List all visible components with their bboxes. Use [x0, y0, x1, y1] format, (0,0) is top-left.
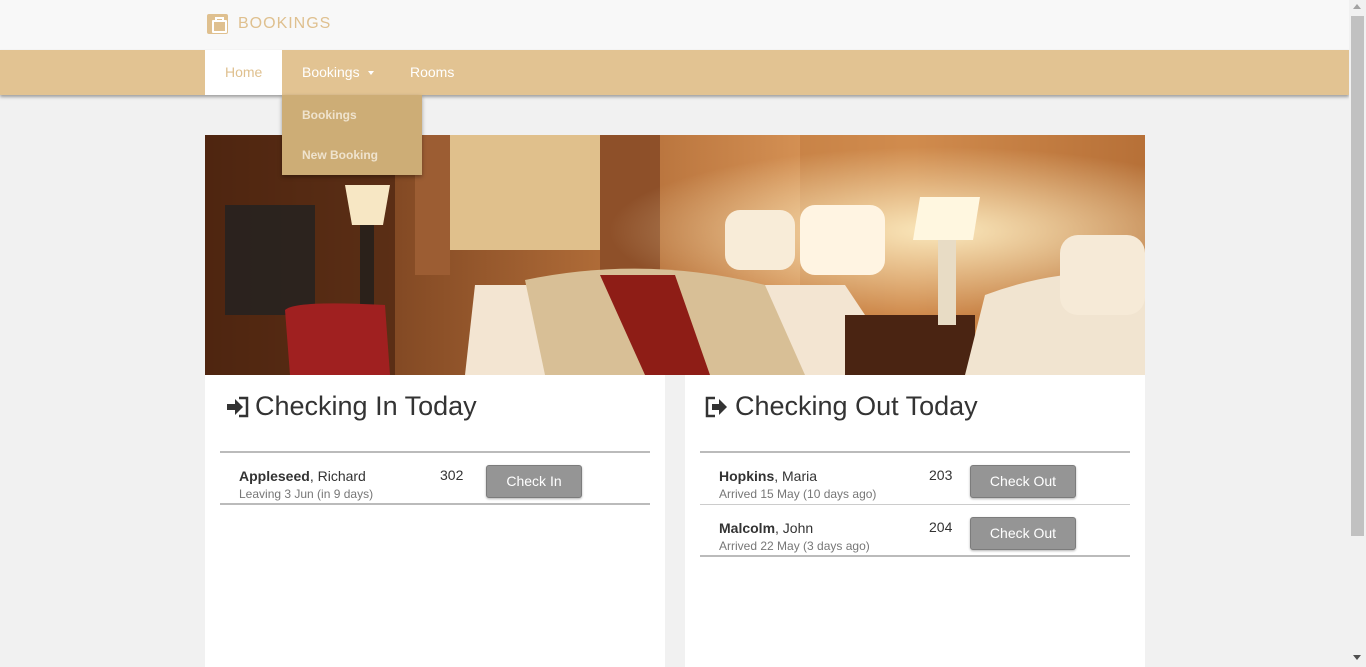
table-row: Hopkins, Maria Arrived 15 May (10 days a… [700, 453, 1130, 505]
sign-out-icon [705, 396, 727, 417]
nav-bookings-dropdown[interactable]: Bookings [282, 50, 394, 95]
brand[interactable]: BOOKINGS [207, 14, 331, 34]
bookings-dropdown-menu: Bookings New Booking [282, 95, 422, 175]
top-header: BOOKINGS [0, 0, 1349, 50]
briefcase-icon [207, 14, 228, 34]
check-out-button[interactable]: Check Out [970, 465, 1076, 498]
checking-out-panel: Checking Out Today Hopkins, Maria Arrive… [685, 375, 1145, 667]
guest-name[interactable]: Hopkins, Maria [719, 468, 817, 484]
checking-out-title: Checking Out Today [705, 391, 978, 422]
room-number: 203 [929, 467, 953, 483]
page-scrollbar[interactable] [1349, 0, 1366, 667]
checking-in-list: Appleseed, Richard Leaving 3 Jun (in 9 d… [220, 451, 650, 505]
scroll-down-arrow-icon[interactable] [1353, 655, 1361, 660]
dropdown-item-bookings[interactable]: Bookings [282, 95, 422, 135]
room-number: 302 [440, 467, 464, 483]
scroll-thumb[interactable] [1351, 16, 1364, 536]
checking-out-list: Hopkins, Maria Arrived 15 May (10 days a… [700, 451, 1130, 557]
table-row: Appleseed, Richard Leaving 3 Jun (in 9 d… [220, 453, 650, 505]
sign-in-icon [227, 396, 249, 417]
guest-stay-info: Arrived 22 May (3 days ago) [719, 539, 870, 553]
checking-in-title: Checking In Today [225, 391, 477, 422]
checking-out-title-text: Checking Out Today [735, 391, 978, 421]
guest-name[interactable]: Malcolm, John [719, 520, 813, 536]
check-in-button[interactable]: Check In [486, 465, 582, 498]
room-number: 204 [929, 519, 953, 535]
nav-rooms[interactable]: Rooms [390, 50, 474, 95]
scroll-up-arrow-icon[interactable] [1353, 4, 1361, 9]
guest-stay-info: Arrived 15 May (10 days ago) [719, 487, 877, 501]
checking-in-title-text: Checking In Today [255, 391, 477, 421]
guest-stay-info: Leaving 3 Jun (in 9 days) [239, 487, 374, 501]
brand-title: BOOKINGS [238, 15, 332, 32]
guest-name[interactable]: Appleseed, Richard [239, 468, 366, 484]
nav-bookings-label: Bookings [302, 64, 360, 80]
main-navbar: Home Bookings Rooms [0, 50, 1349, 95]
check-out-button[interactable]: Check Out [970, 517, 1076, 550]
table-row: Malcolm, John Arrived 22 May (3 days ago… [700, 505, 1130, 557]
checking-in-panel: Checking In Today Appleseed, Richard Lea… [205, 375, 665, 667]
caret-down-icon [367, 71, 374, 76]
nav-home[interactable]: Home [205, 50, 282, 95]
dropdown-item-new-booking[interactable]: New Booking [282, 135, 422, 175]
